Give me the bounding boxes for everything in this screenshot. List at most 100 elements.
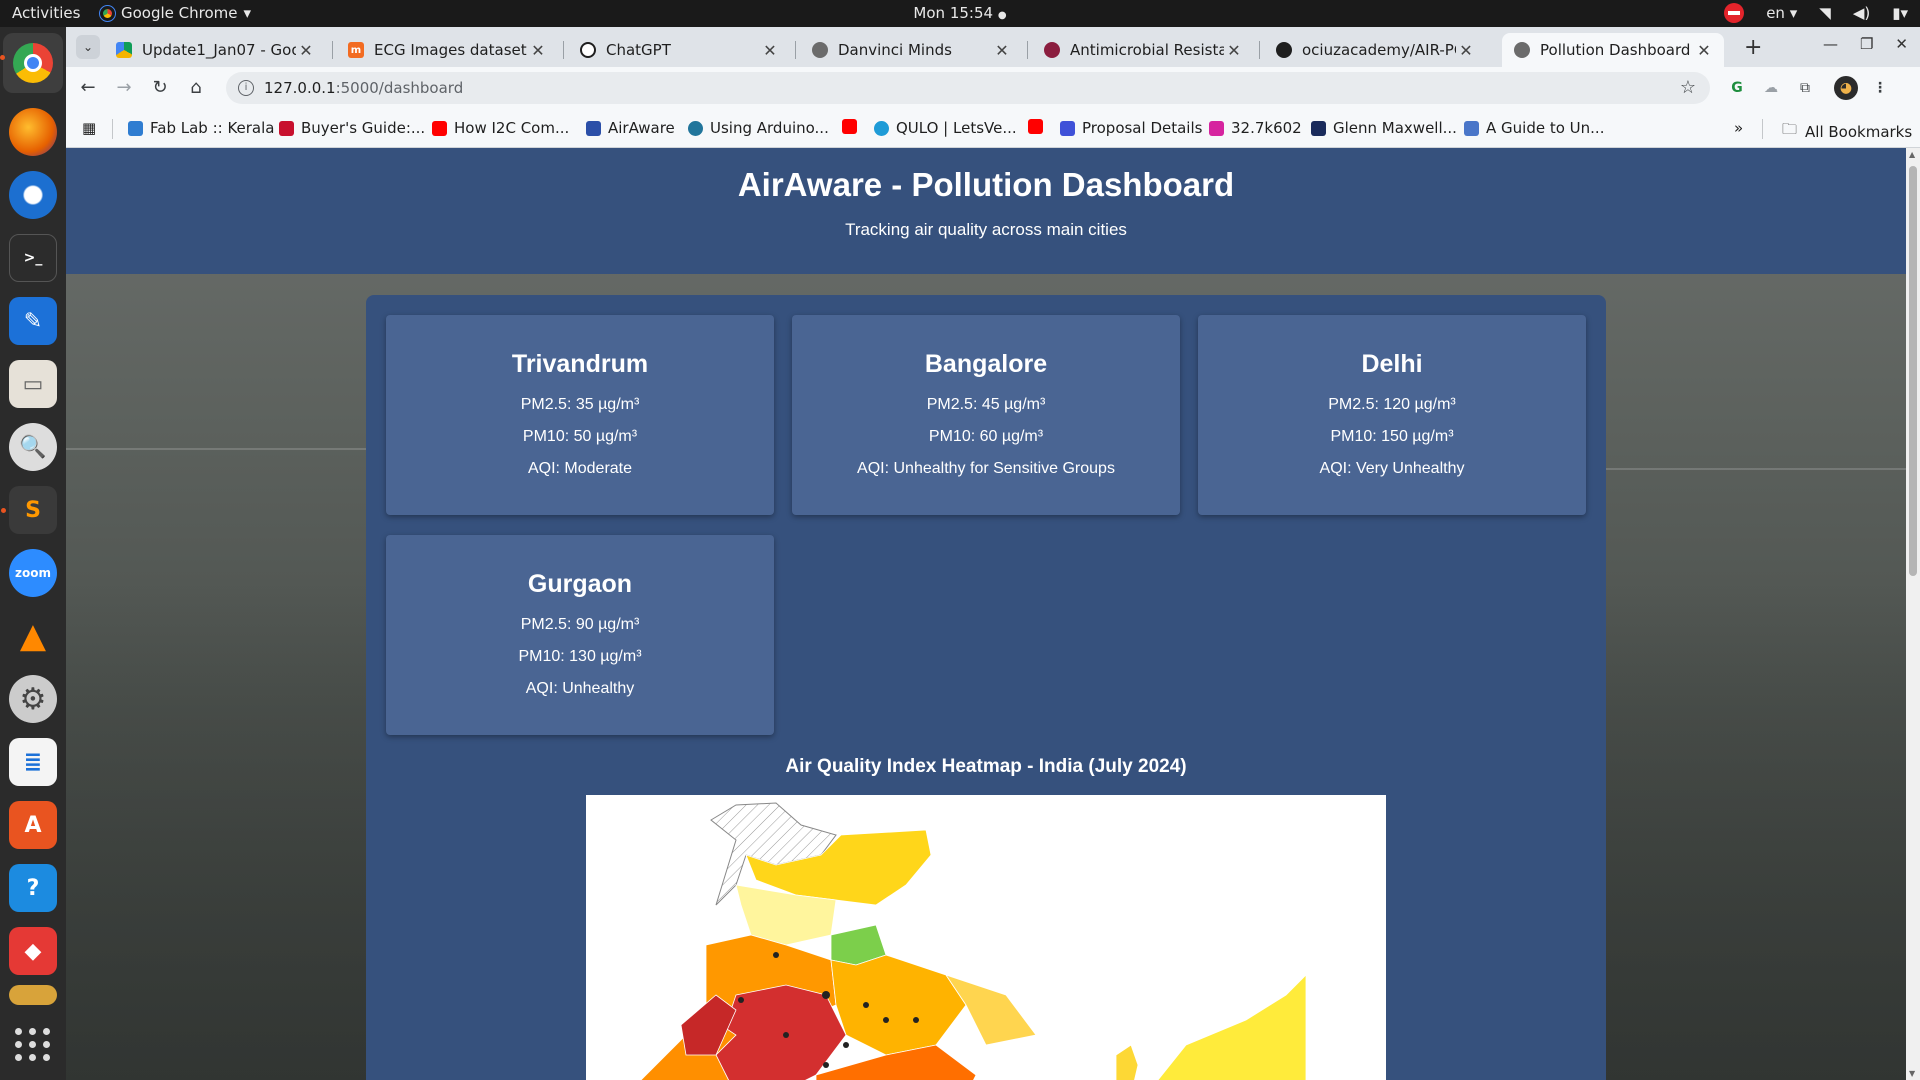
tab-chatgpt[interactable]: ChatGPT ✕ bbox=[568, 33, 790, 67]
folder-icon[interactable] bbox=[9, 985, 57, 1005]
close-icon[interactable]: ✕ bbox=[296, 41, 316, 60]
thunderbird-icon[interactable] bbox=[9, 171, 57, 219]
language-label: en bbox=[1766, 4, 1785, 22]
grammarly-icon[interactable]: G bbox=[1725, 76, 1749, 100]
bookmark-youtube-2[interactable] bbox=[1028, 119, 1050, 134]
reload-icon[interactable]: ↻ bbox=[148, 76, 172, 100]
scroll-up-icon[interactable]: ▲ bbox=[1909, 150, 1915, 159]
bookmark-proposal[interactable]: Proposal Details bbox=[1060, 119, 1202, 137]
battery-icon[interactable]: ▮▾ bbox=[1892, 4, 1908, 22]
heatmap-title: Air Quality Index Heatmap - India (July … bbox=[785, 756, 1187, 777]
bookmark-instagram[interactable]: 32.7k602 bbox=[1209, 119, 1302, 137]
activities-button[interactable]: Activities bbox=[12, 4, 80, 22]
clock-label[interactable]: Mon 15:54 bbox=[913, 4, 993, 22]
wifi-icon[interactable]: ◥ bbox=[1819, 4, 1831, 22]
close-icon[interactable]: ✕ bbox=[1224, 41, 1244, 60]
city-card-bangalore[interactable]: Bangalore PM2.5: 45 µg/m³ PM10: 60 µg/m³… bbox=[792, 315, 1180, 515]
close-icon[interactable]: ✕ bbox=[528, 41, 548, 60]
chevron-down-icon: ▾ bbox=[243, 4, 252, 22]
show-applications-icon[interactable] bbox=[13, 1024, 53, 1064]
do-not-disturb-icon[interactable] bbox=[1724, 3, 1745, 23]
minimize-icon[interactable]: — bbox=[1823, 35, 1838, 53]
tab-davinci-minds[interactable]: Danvinci Minds ✕ bbox=[800, 33, 1022, 67]
close-icon[interactable]: ✕ bbox=[1694, 41, 1714, 60]
bookmark-guide[interactable]: A Guide to Un... bbox=[1464, 119, 1604, 137]
restore-icon[interactable]: ❐ bbox=[1860, 35, 1873, 53]
bookmark-youtube[interactable] bbox=[842, 119, 864, 134]
tab-title: Pollution Dashboard bbox=[1540, 41, 1691, 59]
scroll-down-icon[interactable]: ▼ bbox=[1909, 1069, 1915, 1078]
bookmark-airaware[interactable]: AirAware bbox=[586, 119, 675, 137]
chrome-dock-icon[interactable] bbox=[0, 33, 63, 93]
close-icon[interactable]: ✕ bbox=[1456, 41, 1476, 60]
chrome-icon bbox=[99, 4, 116, 22]
extension-cloud-icon[interactable]: ☁ bbox=[1759, 76, 1783, 100]
tab-strip: ⌄ Update1_Jan07 - Googl ✕ m ECG Images d… bbox=[66, 27, 1920, 67]
bookmark-i2c[interactable]: How I2C Com... bbox=[432, 119, 569, 137]
journal-icon bbox=[1044, 42, 1060, 58]
up-region bbox=[830, 954, 967, 1056]
extensions-puzzle-icon[interactable]: ⧉ bbox=[1793, 76, 1817, 100]
bookmark-fablab[interactable]: Fab Lab :: Kerala bbox=[128, 119, 274, 137]
bookmark-buyers-guide[interactable]: Buyer's Guide:... bbox=[279, 119, 425, 137]
notification-dot-icon: ● bbox=[997, 10, 1007, 21]
tab-pollution-dashboard[interactable]: Pollution Dashboard ✕ bbox=[1502, 33, 1724, 67]
tab-antimicrobial[interactable]: Antimicrobial Resistanc ✕ bbox=[1032, 33, 1254, 67]
aqi-heatmap-image bbox=[586, 795, 1386, 1080]
software-center-icon[interactable]: A bbox=[9, 801, 57, 849]
sublime-text-icon[interactable]: S bbox=[1, 486, 57, 534]
files-icon[interactable]: ▭ bbox=[9, 360, 57, 408]
page-scrollbar[interactable]: ▲ ▼ bbox=[1906, 148, 1920, 1080]
text-editor-icon[interactable]: ✎ bbox=[9, 297, 57, 345]
zoom-icon[interactable]: zoom bbox=[9, 549, 57, 597]
city-marker bbox=[823, 1062, 829, 1068]
site-info-icon[interactable]: i bbox=[238, 80, 254, 96]
profile-avatar[interactable]: ◕ bbox=[1834, 76, 1858, 100]
app-menu[interactable]: Google Chrome ▾ bbox=[99, 4, 252, 22]
pm10-value: PM10: 150 µg/m³ bbox=[1330, 428, 1454, 445]
pm25-value: PM2.5: 90 µg/m³ bbox=[520, 616, 640, 633]
home-icon[interactable]: ⌂ bbox=[184, 76, 208, 100]
google-drive-icon bbox=[116, 42, 132, 58]
forward-icon[interactable]: → bbox=[112, 76, 136, 100]
all-bookmarks-button[interactable]: 🗀 All Bookmarks bbox=[1782, 119, 1912, 144]
anydesk-icon[interactable]: ◆ bbox=[9, 927, 57, 975]
image-viewer-icon[interactable]: 🔍 bbox=[9, 423, 57, 471]
bookmark-arduino[interactable]: Using Arduino... bbox=[688, 119, 829, 137]
bookmark-qulo[interactable]: QULO | LetsVe... bbox=[874, 119, 1017, 137]
address-bar[interactable]: i 127.0.0.1:5000/dashboard ☆ bbox=[226, 72, 1710, 104]
city-card-gurgaon[interactable]: Gurgaon PM2.5: 90 µg/m³ PM10: 130 µg/m³ … bbox=[386, 535, 774, 735]
firefox-icon[interactable] bbox=[9, 108, 57, 156]
more-menu-icon[interactable]: ⋮ bbox=[1868, 76, 1892, 100]
language-selector[interactable]: en ▾ bbox=[1766, 4, 1797, 22]
tab-search-button[interactable]: ⌄ bbox=[76, 35, 100, 59]
settings-icon[interactable]: ⚙ bbox=[9, 675, 57, 723]
terminal-icon[interactable]: >_ bbox=[9, 234, 57, 282]
help-icon[interactable]: ? bbox=[9, 864, 57, 912]
fablab-icon bbox=[128, 120, 143, 136]
city-card-trivandrum[interactable]: Trivandrum PM2.5: 35 µg/m³ PM10: 50 µg/m… bbox=[386, 315, 774, 515]
city-card-delhi[interactable]: Delhi PM2.5: 120 µg/m³ PM10: 150 µg/m³ A… bbox=[1198, 315, 1586, 515]
tab-github[interactable]: ociuzacademy/AIR-POLL ✕ bbox=[1264, 33, 1486, 67]
instagram-icon bbox=[1209, 120, 1224, 136]
close-icon[interactable]: ✕ bbox=[760, 41, 780, 60]
close-window-icon[interactable]: ✕ bbox=[1895, 35, 1908, 53]
bookmark-glenn-maxwell[interactable]: Glenn Maxwell... bbox=[1311, 119, 1457, 137]
vlc-icon[interactable]: ▲ bbox=[9, 612, 57, 660]
aqi-value: AQI: Very Unhealthy bbox=[1319, 460, 1465, 477]
bookmarks-bar: ▦ Fab Lab :: Kerala Buyer's Guide:... Ho… bbox=[66, 109, 1920, 148]
tab-ecg-dataset[interactable]: m ECG Images dataset of ✕ bbox=[336, 33, 558, 67]
back-icon[interactable]: ← bbox=[76, 76, 100, 100]
bookmark-separator bbox=[112, 119, 113, 139]
wordpress-icon bbox=[688, 120, 703, 136]
tab-update1[interactable]: Update1_Jan07 - Googl ✕ bbox=[104, 33, 326, 67]
system-top-bar: Activities Google Chrome ▾ Mon 15:54 ● e… bbox=[0, 0, 1920, 27]
close-icon[interactable]: ✕ bbox=[992, 41, 1012, 60]
bookmark-star-icon[interactable]: ☆ bbox=[1680, 72, 1696, 104]
scrollbar-thumb[interactable] bbox=[1909, 166, 1917, 576]
apps-grid-icon[interactable]: ▦ bbox=[82, 119, 96, 137]
volume-icon[interactable]: ◀) bbox=[1853, 4, 1870, 22]
new-tab-button[interactable]: + bbox=[1744, 35, 1762, 60]
bookmarks-overflow-icon[interactable]: » bbox=[1734, 119, 1743, 137]
writer-icon[interactable]: ≣ bbox=[9, 738, 57, 786]
